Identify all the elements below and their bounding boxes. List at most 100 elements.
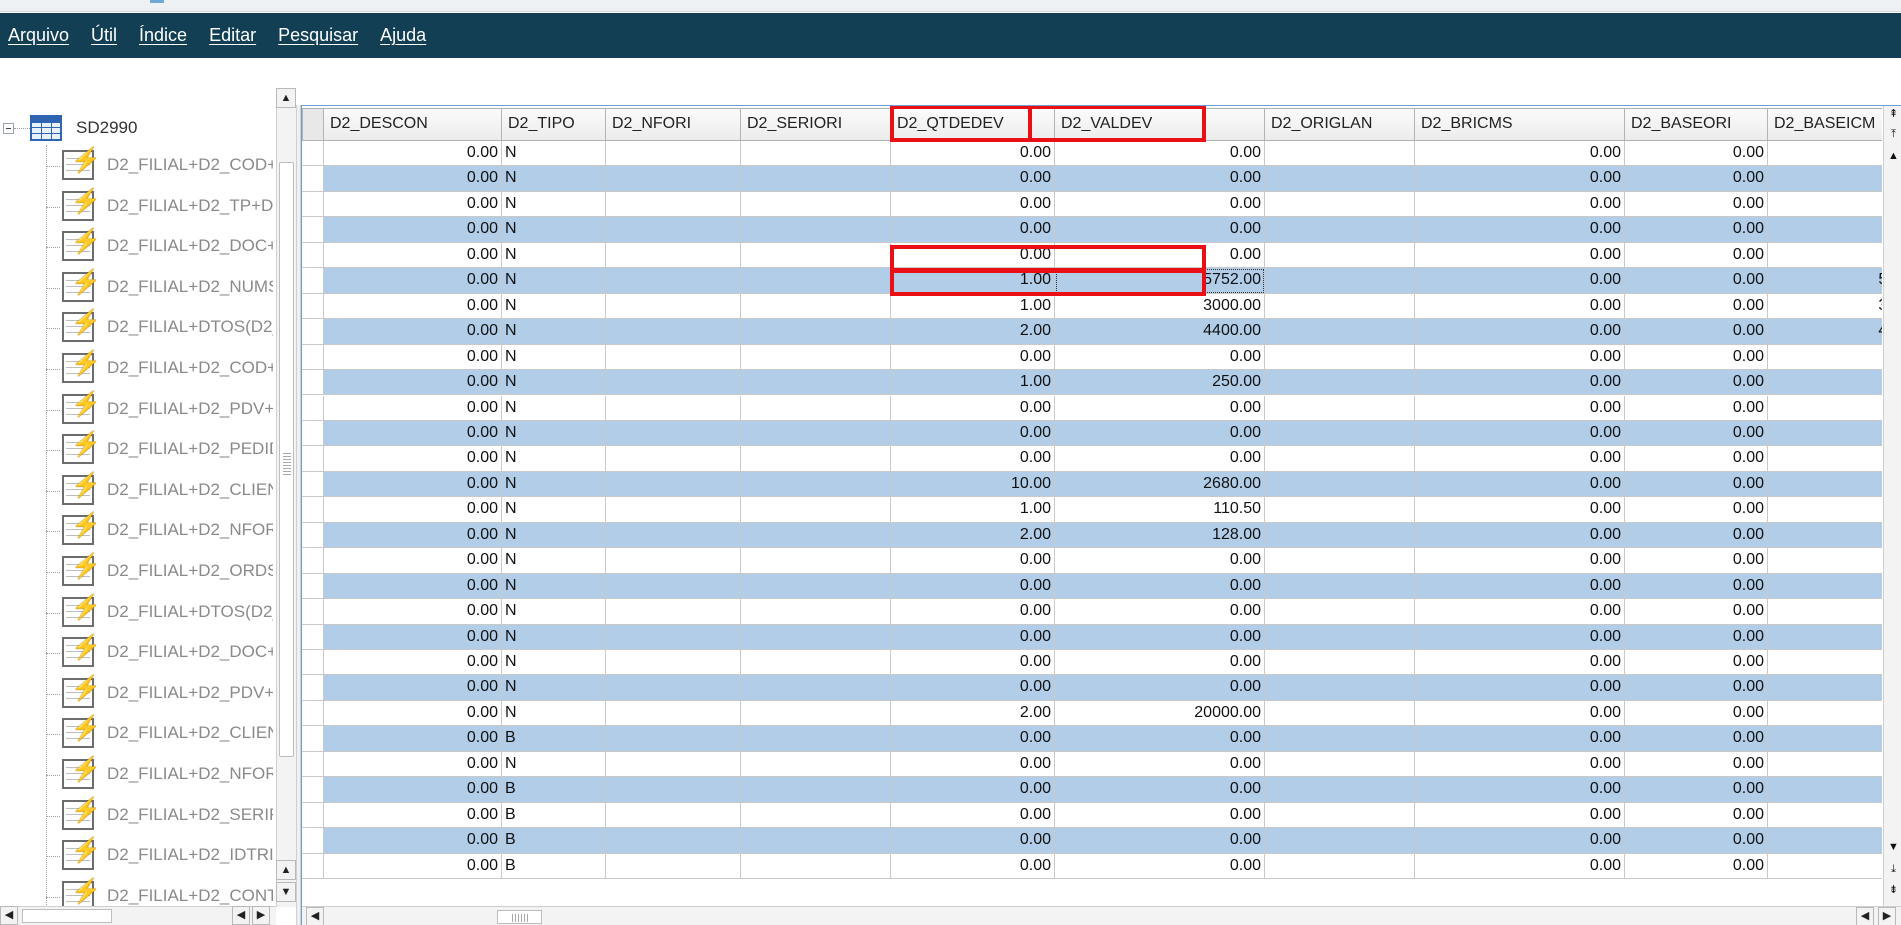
cell-d2-origlan[interactable] [1265, 751, 1415, 778]
table-row[interactable]: 0.00N0.000.000.000.000 [302, 166, 1882, 192]
cell-d2-baseicm[interactable]: 0 [1768, 141, 1882, 167]
cell-d2-bricms[interactable]: 0.00 [1415, 191, 1625, 218]
cell-d2-nfori[interactable] [606, 191, 741, 218]
cell-d2-baseicm[interactable]: 5752 [1768, 268, 1882, 294]
scroll-page-down-icon[interactable]: ⤓ [1886, 863, 1901, 877]
cell-d2-tipo[interactable]: N [502, 599, 606, 625]
cell-d2-bricms[interactable]: 0.00 [1415, 599, 1625, 625]
cell-d2-nfori[interactable] [606, 573, 741, 600]
cell-d2-valdev[interactable]: 0.00 [1055, 217, 1265, 243]
cell-d2-seriori[interactable] [741, 751, 891, 778]
cell-d2-valdev[interactable]: 0.00 [1055, 599, 1265, 625]
tree-index-item[interactable]: ⚡ D2_FILIAL+DTOS(D2_ [46, 307, 276, 347]
cell-d2-qtdedev[interactable]: 0.00 [891, 395, 1055, 421]
cell-d2-valdev[interactable]: 0.00 [1055, 242, 1265, 269]
cell-d2-valdev[interactable]: 110.50 [1055, 497, 1265, 523]
table-row[interactable]: 0.00N0.000.000.000.00200 [302, 344, 1882, 371]
cell-d2-descon[interactable]: 0.00 [324, 700, 502, 727]
column-header-d2-baseori[interactable]: D2_BASEORI [1625, 108, 1768, 141]
cell-d2-nfori[interactable] [606, 853, 741, 880]
cell-d2-qtdedev[interactable]: 0.00 [891, 420, 1055, 447]
cell-d2-baseori[interactable]: 0.00 [1625, 751, 1768, 778]
cell-d2-nfori[interactable] [606, 217, 741, 243]
cell-d2-seriori[interactable] [741, 191, 891, 218]
cell-d2-seriori[interactable] [741, 268, 891, 294]
cell-d2-seriori[interactable] [741, 141, 891, 167]
cell-d2-baseori[interactable]: 0.00 [1625, 650, 1768, 676]
column-header-d2-tipo[interactable]: D2_TIPO [502, 108, 606, 141]
cell-d2-baseori[interactable]: 0.00 [1625, 471, 1768, 498]
cell-d2-valdev[interactable]: 0.00 [1055, 191, 1265, 218]
column-header-d2-bricms[interactable]: D2_BRICMS [1415, 108, 1625, 141]
cell-d2-nfori[interactable] [606, 293, 741, 320]
cell-d2-descon[interactable]: 0.00 [324, 242, 502, 269]
cell-d2-origlan[interactable] [1265, 242, 1415, 269]
row-header[interactable] [302, 344, 324, 371]
cell-d2-baseori[interactable]: 0.00 [1625, 599, 1768, 625]
cell-d2-origlan[interactable] [1265, 853, 1415, 880]
row-header[interactable] [302, 242, 324, 269]
cell-d2-bricms[interactable]: 0.00 [1415, 548, 1625, 574]
table-row[interactable]: 0.00N0.000.000.000.000 [302, 191, 1882, 218]
cell-d2-nfori[interactable] [606, 446, 741, 472]
cell-d2-baseicm[interactable]: 961 [1768, 548, 1882, 574]
row-header[interactable] [302, 700, 324, 727]
cell-d2-baseicm[interactable]: 4400 [1768, 319, 1882, 345]
cell-d2-tipo[interactable]: N [502, 268, 606, 294]
cell-d2-descon[interactable]: 0.00 [324, 828, 502, 854]
cell-d2-bricms[interactable]: 0.00 [1415, 268, 1625, 294]
cell-d2-tipo[interactable]: N [502, 395, 606, 421]
cell-d2-valdev[interactable]: 5752.00 [1055, 268, 1265, 294]
tree-index-item[interactable]: ⚡ D2_FILIAL+D2_NFOR [46, 510, 276, 550]
cell-d2-baseori[interactable]: 0.00 [1625, 319, 1768, 345]
cell-d2-descon[interactable]: 0.00 [324, 395, 502, 421]
cell-d2-bricms[interactable]: 0.00 [1415, 573, 1625, 600]
row-header[interactable] [302, 166, 324, 192]
cell-d2-seriori[interactable] [741, 242, 891, 269]
cell-d2-tipo[interactable]: N [502, 242, 606, 269]
cell-d2-descon[interactable]: 0.00 [324, 650, 502, 676]
cell-d2-origlan[interactable] [1265, 166, 1415, 192]
cell-d2-baseicm[interactable]: 0 [1768, 243, 1882, 269]
row-header[interactable] [302, 395, 324, 421]
table-row[interactable]: 0.00B0.000.000.000.000 [302, 828, 1882, 854]
table-row[interactable]: 0.00N1.00110.500.000.0039 [302, 497, 1882, 523]
cell-d2-nfori[interactable] [606, 344, 741, 371]
row-header[interactable] [302, 751, 324, 778]
cell-d2-nfori[interactable] [606, 268, 741, 294]
scroll-bottom-icon[interactable]: ⇟ [1886, 884, 1901, 898]
cell-d2-descon[interactable]: 0.00 [324, 293, 502, 320]
cell-d2-seriori[interactable] [741, 828, 891, 854]
tree-index-item[interactable]: ⚡ D2_FILIAL+D2_PEDID [46, 429, 276, 469]
cell-d2-nfori[interactable] [606, 420, 741, 447]
cell-d2-tipo[interactable]: N [502, 446, 606, 472]
cell-d2-baseori[interactable]: 0.00 [1625, 853, 1768, 880]
cell-d2-bricms[interactable]: 0.00 [1415, 726, 1625, 752]
cell-d2-seriori[interactable] [741, 650, 891, 676]
cell-d2-seriori[interactable] [741, 497, 891, 523]
cell-d2-qtdedev[interactable]: 0.00 [891, 828, 1055, 854]
cell-d2-tipo[interactable]: N [502, 370, 606, 396]
cell-d2-nfori[interactable] [606, 522, 741, 549]
cell-d2-valdev[interactable]: 128.00 [1055, 522, 1265, 549]
cell-d2-bricms[interactable]: 0.00 [1415, 166, 1625, 192]
cell-d2-tipo[interactable]: B [502, 802, 606, 829]
cell-d2-seriori[interactable] [741, 522, 891, 549]
scroll-right-icon[interactable]: ▶ [252, 906, 270, 925]
cell-d2-baseicm[interactable]: 45 [1768, 446, 1882, 472]
cell-d2-tipo[interactable]: N [502, 573, 606, 600]
cell-d2-qtdedev[interactable]: 2.00 [891, 522, 1055, 549]
cell-d2-origlan[interactable] [1265, 777, 1415, 803]
cell-d2-origlan[interactable] [1265, 446, 1415, 472]
cell-d2-seriori[interactable] [741, 420, 891, 447]
cell-d2-baseori[interactable]: 0.00 [1625, 370, 1768, 396]
cell-d2-nfori[interactable] [606, 751, 741, 778]
cell-d2-origlan[interactable] [1265, 650, 1415, 676]
cell-d2-baseori[interactable]: 0.00 [1625, 293, 1768, 320]
cell-d2-baseori[interactable]: 0.00 [1625, 828, 1768, 854]
grid-vertical-scrollbar[interactable]: ⇞ ⤒ ▲ ▼ ⤓ ⇟ [1883, 106, 1901, 906]
cell-d2-descon[interactable]: 0.00 [324, 446, 502, 472]
cell-d2-tipo[interactable]: N [502, 548, 606, 574]
cell-d2-seriori[interactable] [741, 573, 891, 600]
cell-d2-baseicm[interactable]: 0 [1768, 624, 1882, 650]
